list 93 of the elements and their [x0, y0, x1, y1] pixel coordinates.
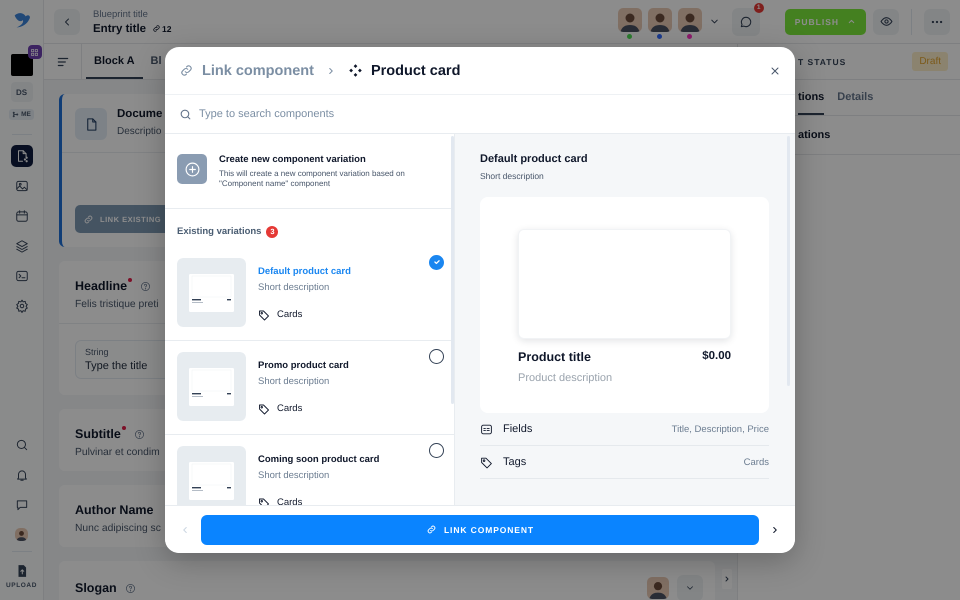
field-label: Author Name — [75, 503, 154, 517]
preview-title: Default product card — [480, 153, 589, 165]
panel-tab[interactable]: Details — [837, 80, 874, 115]
document-description: Descriptio — [117, 126, 162, 137]
eye-icon — [880, 15, 892, 28]
variation-description: Short description — [258, 282, 330, 293]
link-component-button[interactable]: LINK COMPONENT — [201, 514, 759, 544]
plus-icon — [184, 160, 200, 178]
tag-label: Cards — [277, 309, 302, 320]
variation-title: Default product card — [258, 266, 352, 277]
link-count[interactable]: 12 — [152, 24, 172, 34]
image-icon — [14, 179, 28, 193]
assignee-avatar[interactable] — [647, 577, 669, 599]
collaborator-avatar[interactable] — [648, 8, 672, 32]
help-icon[interactable] — [140, 281, 152, 292]
workspace-logo[interactable] — [10, 54, 32, 76]
caret-up-icon — [847, 17, 856, 26]
property-value: Cards — [744, 456, 769, 468]
nav-item[interactable] — [10, 145, 32, 167]
product-price: $0.00 — [702, 350, 731, 364]
chat-bubble-icon — [738, 14, 753, 28]
property-value: Title, Description, Price — [672, 424, 769, 434]
tag-icon — [258, 308, 270, 321]
variation-title: Coming soon product card — [258, 454, 380, 465]
tag-label: Cards — [277, 497, 302, 505]
collaborator-avatar[interactable] — [678, 8, 702, 32]
search-icon[interactable] — [14, 438, 28, 452]
close-icon[interactable] — [769, 64, 781, 76]
chat-icon[interactable] — [14, 498, 28, 512]
status-label: T STATUS — [798, 56, 848, 66]
breadcrumb-link[interactable]: Link component — [202, 62, 314, 78]
field-description: Pulvinar et condim — [75, 447, 160, 458]
panel-heading: ations — [798, 129, 830, 141]
radio-button[interactable] — [429, 348, 444, 364]
preview-description: Short description — [480, 171, 545, 181]
block-tab[interactable]: Block A — [86, 44, 143, 79]
tag-label: Cards — [277, 403, 302, 414]
help-icon[interactable] — [134, 429, 145, 440]
tag-icon — [258, 496, 270, 505]
layers-icon — [14, 239, 28, 253]
create-description: This will create a new component variation based on "Component name" component — [219, 169, 406, 190]
entry-title: Entry title — [93, 22, 146, 34]
field-description: Felis tristique preti — [75, 299, 159, 310]
terminal-icon — [14, 269, 28, 283]
chevron-right-icon — [723, 575, 731, 583]
variation-title: Promo product card — [258, 360, 350, 371]
panel-tab[interactable]: tions — [798, 80, 824, 115]
create-variation-item[interactable]: Create new component variation This will create a new component variation based on "Component name" component — [165, 134, 454, 209]
blueprint-title: Blueprint title — [93, 8, 149, 20]
field-label: Headline — [75, 279, 128, 293]
thumbnail-drawing — [177, 258, 246, 327]
search-input[interactable]: Type to search components — [199, 108, 781, 120]
bell-icon[interactable] — [14, 468, 28, 482]
variation-item[interactable]: Default product card Short description Cards — [165, 246, 454, 341]
property-label: Tags — [503, 456, 526, 468]
variation-item[interactable]: Promo product card Short description Cards — [165, 340, 454, 435]
product-description: Product description — [518, 372, 614, 384]
link-icon — [179, 63, 194, 78]
calendar-icon — [14, 209, 28, 223]
field-label: Subtitle — [75, 427, 121, 441]
status-badge: Draft — [912, 52, 948, 71]
grid-icon — [30, 48, 39, 56]
document-title: Docume — [117, 108, 162, 120]
radio-button[interactable] — [429, 442, 444, 458]
product-title: Product title — [518, 350, 591, 364]
fields-icon — [480, 422, 493, 436]
field-label: Slogan — [75, 581, 117, 595]
link-icon — [426, 524, 437, 535]
variation-description: Short description — [258, 470, 330, 481]
collaborator-avatar[interactable] — [618, 8, 642, 32]
user-avatar[interactable] — [15, 528, 28, 541]
thumbnail-drawing — [177, 352, 246, 421]
comments-button[interactable] — [732, 8, 760, 36]
search-icon — [179, 108, 192, 120]
tag-icon — [480, 456, 493, 468]
create-title: Create new component variation — [219, 154, 367, 165]
preview-button[interactable] — [873, 8, 899, 34]
help-icon[interactable] — [124, 583, 136, 594]
settings-icon — [14, 299, 28, 313]
radio-button[interactable] — [429, 254, 444, 270]
branch-icon — [12, 111, 20, 118]
field-type-label: String — [85, 347, 109, 357]
field-description: Nunc adipiscing sc — [75, 523, 161, 534]
component-icon — [348, 63, 363, 78]
link-icon — [152, 24, 162, 33]
panel-toggle-button[interactable] — [722, 569, 732, 589]
variation-description: Short description — [258, 376, 330, 387]
workspace-switcher[interactable]: DS — [10, 82, 32, 102]
property-label: Fields — [503, 423, 532, 435]
breadcrumb-current: Product card — [370, 62, 460, 78]
tag-icon — [258, 402, 270, 415]
block-tab[interactable]: Bl — [142, 44, 170, 79]
link-icon — [83, 214, 94, 224]
